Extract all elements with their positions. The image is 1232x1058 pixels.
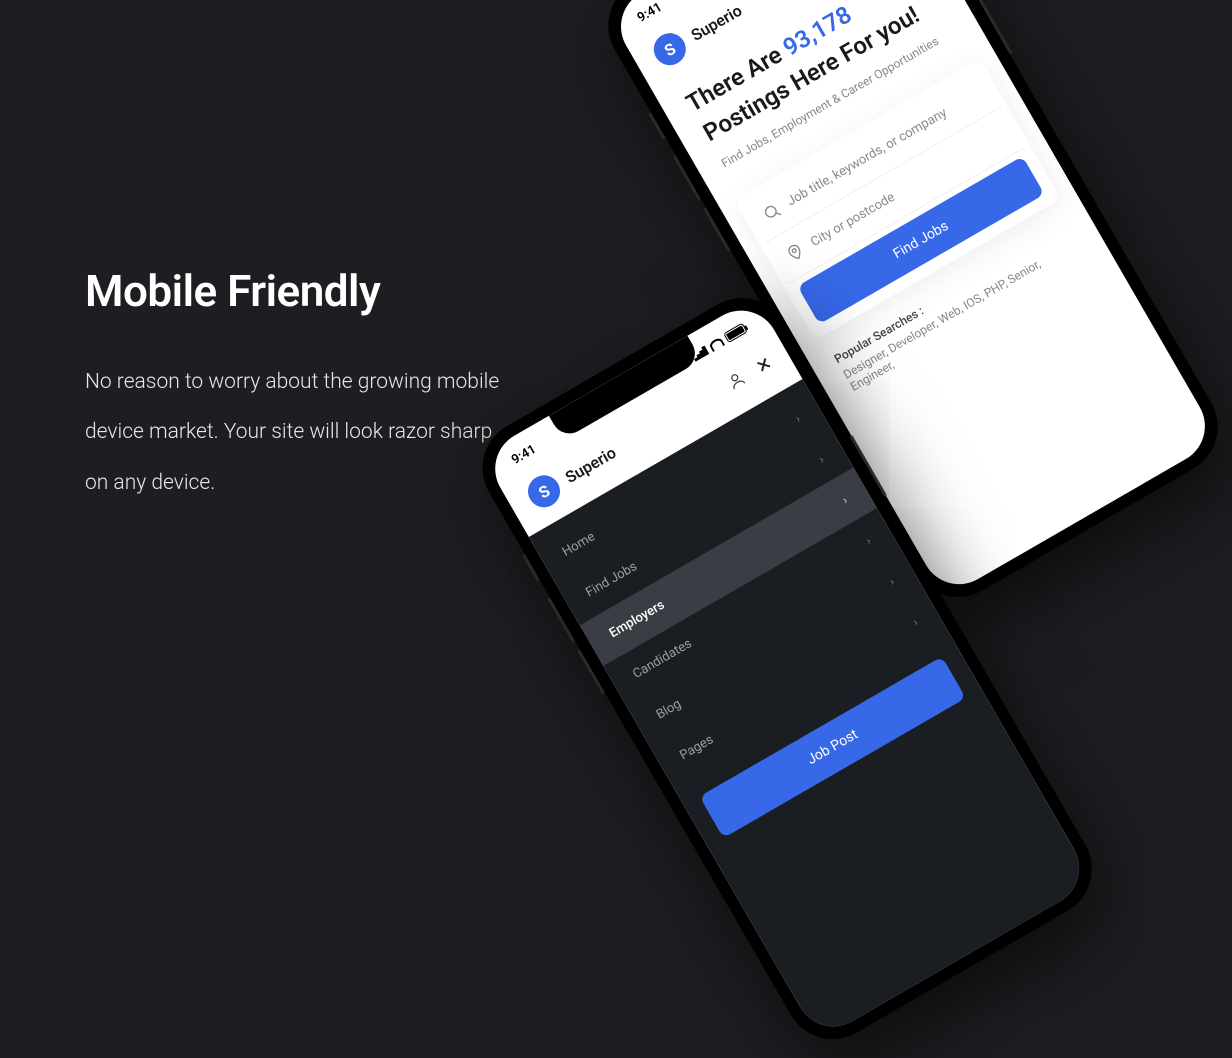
- search-icon: [760, 200, 785, 225]
- location-icon: [783, 241, 808, 266]
- chevron-right-icon: ›: [863, 533, 873, 547]
- nav-item-label: Home: [560, 529, 598, 559]
- marketing-body: No reason to worry about the growing mob…: [85, 357, 515, 508]
- nav-item-label: Pages: [677, 732, 716, 763]
- chevron-right-icon: ›: [840, 493, 850, 507]
- chevron-right-icon: ›: [887, 574, 897, 588]
- chevron-right-icon: ›: [910, 615, 920, 629]
- user-icon[interactable]: [724, 368, 749, 393]
- close-icon[interactable]: ×: [752, 351, 775, 378]
- marketing-heading: Mobile Friendly: [85, 265, 515, 317]
- wifi-icon: [708, 336, 725, 352]
- brand-logo-icon[interactable]: S: [648, 27, 692, 71]
- nav-item-label: Blog: [654, 697, 684, 723]
- brand-logo-icon[interactable]: S: [522, 469, 566, 513]
- chevron-right-icon: ›: [816, 452, 826, 466]
- battery-icon: [723, 323, 748, 344]
- chevron-right-icon: ›: [793, 411, 803, 425]
